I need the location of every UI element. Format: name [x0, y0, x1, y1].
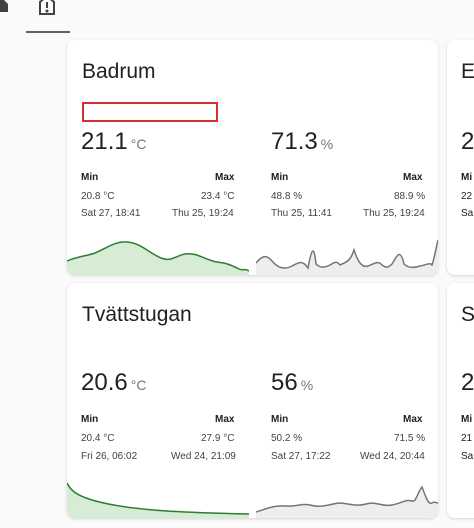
card-title: Badrum: [82, 60, 156, 83]
temp-min-time: Sat 27, 18:41: [81, 208, 141, 219]
humidity-number: 56: [271, 369, 298, 396]
humidity-min-label: Min: [271, 414, 289, 425]
humidity-unit: %: [300, 377, 314, 393]
temperature-number: 21.1: [81, 128, 128, 155]
humidity-max-value: 88.9 %: [394, 191, 426, 202]
humidity-min-label: Min: [271, 172, 289, 183]
temp-max-label: Max: [215, 414, 235, 425]
temperature-unit: °C: [130, 377, 147, 393]
tab-underline: [26, 31, 70, 33]
temp-min-value: 20.4 °C: [81, 433, 115, 444]
line-fragment-1: 22: [461, 191, 473, 202]
humidity-history-graph[interactable]: [256, 238, 438, 275]
humidity-min-time: Thu 25, 11:41: [271, 208, 332, 219]
humidity-min-value: 50.2 %: [271, 433, 303, 444]
temp-max-label: Max: [215, 172, 235, 183]
humidity-max-label: Max: [403, 414, 423, 425]
temp-max-time: Wed 24, 21:09: [171, 451, 236, 462]
card-title: Tvättstugan: [82, 303, 192, 326]
humidity-value: 71.3%: [271, 128, 333, 156]
line-fragment-2: Sa: [461, 451, 474, 462]
label-fragment: Mi: [461, 414, 473, 425]
humidity-max-time: Wed 24, 20:44: [360, 451, 425, 462]
humidity-unit: %: [320, 136, 334, 152]
home-icon[interactable]: [0, 0, 8, 17]
humidity-min-value: 48.8 %: [271, 191, 303, 202]
humidity-max-label: Max: [403, 172, 423, 183]
card-title-fragment: S: [461, 303, 474, 326]
value-fragment: 2: [461, 128, 474, 155]
temperature-value: 20.6 °C: [81, 369, 146, 397]
label-fragment: Mi: [461, 172, 473, 183]
humidity-min-time: Sat 27, 17:22: [271, 451, 331, 462]
sensor-card-partial-2[interactable]: S 2 Mi 21 Sa: [447, 283, 474, 518]
sensor-card-tvattstugan[interactable]: Tvättstugan 20.6 °C 56% Min Max 20.4 °C 2…: [67, 283, 438, 518]
humidity-max-time: Thu 25, 19:24: [363, 208, 425, 219]
top-bar: [0, 0, 474, 33]
sensor-card-partial-1[interactable]: E 2 Mi 22 Sa: [447, 40, 474, 275]
temp-min-label: Min: [81, 414, 99, 425]
humidity-number: 71.3: [271, 128, 318, 155]
temp-min-label: Min: [81, 172, 99, 183]
temperature-value: 21.1 °C: [81, 128, 146, 156]
temp-min-value: 20.8 °C: [81, 191, 115, 202]
card-title-fragment: E: [461, 60, 474, 83]
temp-min-time: Fri 26, 06:02: [81, 451, 138, 462]
humidity-value: 56%: [271, 369, 313, 397]
humidity-history-graph[interactable]: [256, 481, 438, 518]
sensor-card-badrum[interactable]: Badrum 21.1 °C 71.3% Min Max 20.8 °C 23.4…: [67, 40, 438, 275]
temp-max-value: 23.4 °C: [201, 191, 235, 202]
value-fragment: 2: [461, 369, 474, 396]
temperature-unit: °C: [130, 136, 147, 152]
highlight-box: [82, 102, 218, 122]
tab-overview[interactable]: [26, 0, 68, 30]
line-fragment-1: 21: [461, 433, 473, 444]
temp-max-value: 27.9 °C: [201, 433, 235, 444]
temp-max-time: Thu 25, 19:24: [172, 208, 234, 219]
humidity-max-value: 71.5 %: [394, 433, 426, 444]
temperature-number: 20.6: [81, 369, 128, 396]
temperature-history-graph[interactable]: [67, 238, 249, 275]
temperature-history-graph[interactable]: [67, 481, 249, 518]
line-fragment-2: Sa: [461, 208, 474, 219]
